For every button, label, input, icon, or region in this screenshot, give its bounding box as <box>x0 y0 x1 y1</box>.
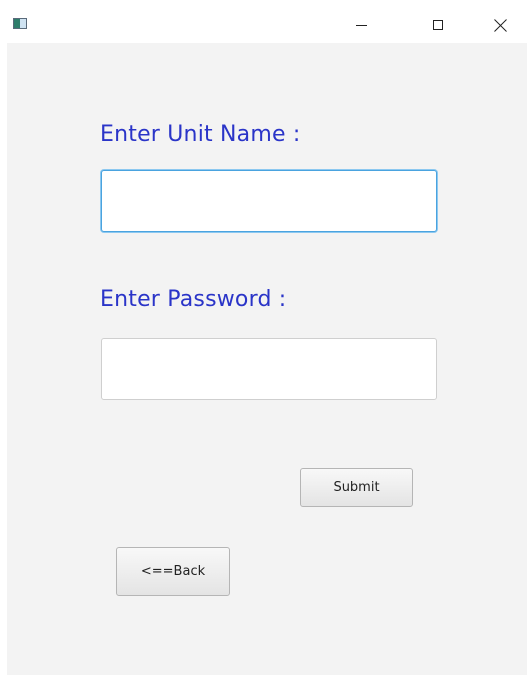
app-icon <box>13 18 27 29</box>
maximize-icon <box>433 20 443 30</box>
minimize-icon <box>355 24 367 26</box>
close-button[interactable] <box>477 7 523 43</box>
unit-name-input[interactable] <box>101 170 437 232</box>
back-button[interactable]: <==Back <box>116 547 230 596</box>
maximize-button[interactable] <box>415 7 461 43</box>
app-window: Enter Unit Name : Enter Password : Submi… <box>7 7 527 675</box>
submit-button[interactable]: Submit <box>300 468 413 507</box>
unit-name-label: Enter Unit Name : <box>100 122 301 147</box>
minimize-button[interactable] <box>338 7 384 43</box>
title-bar[interactable] <box>7 7 527 43</box>
password-label: Enter Password : <box>100 287 287 312</box>
password-input[interactable] <box>101 338 437 400</box>
close-icon <box>494 19 507 32</box>
